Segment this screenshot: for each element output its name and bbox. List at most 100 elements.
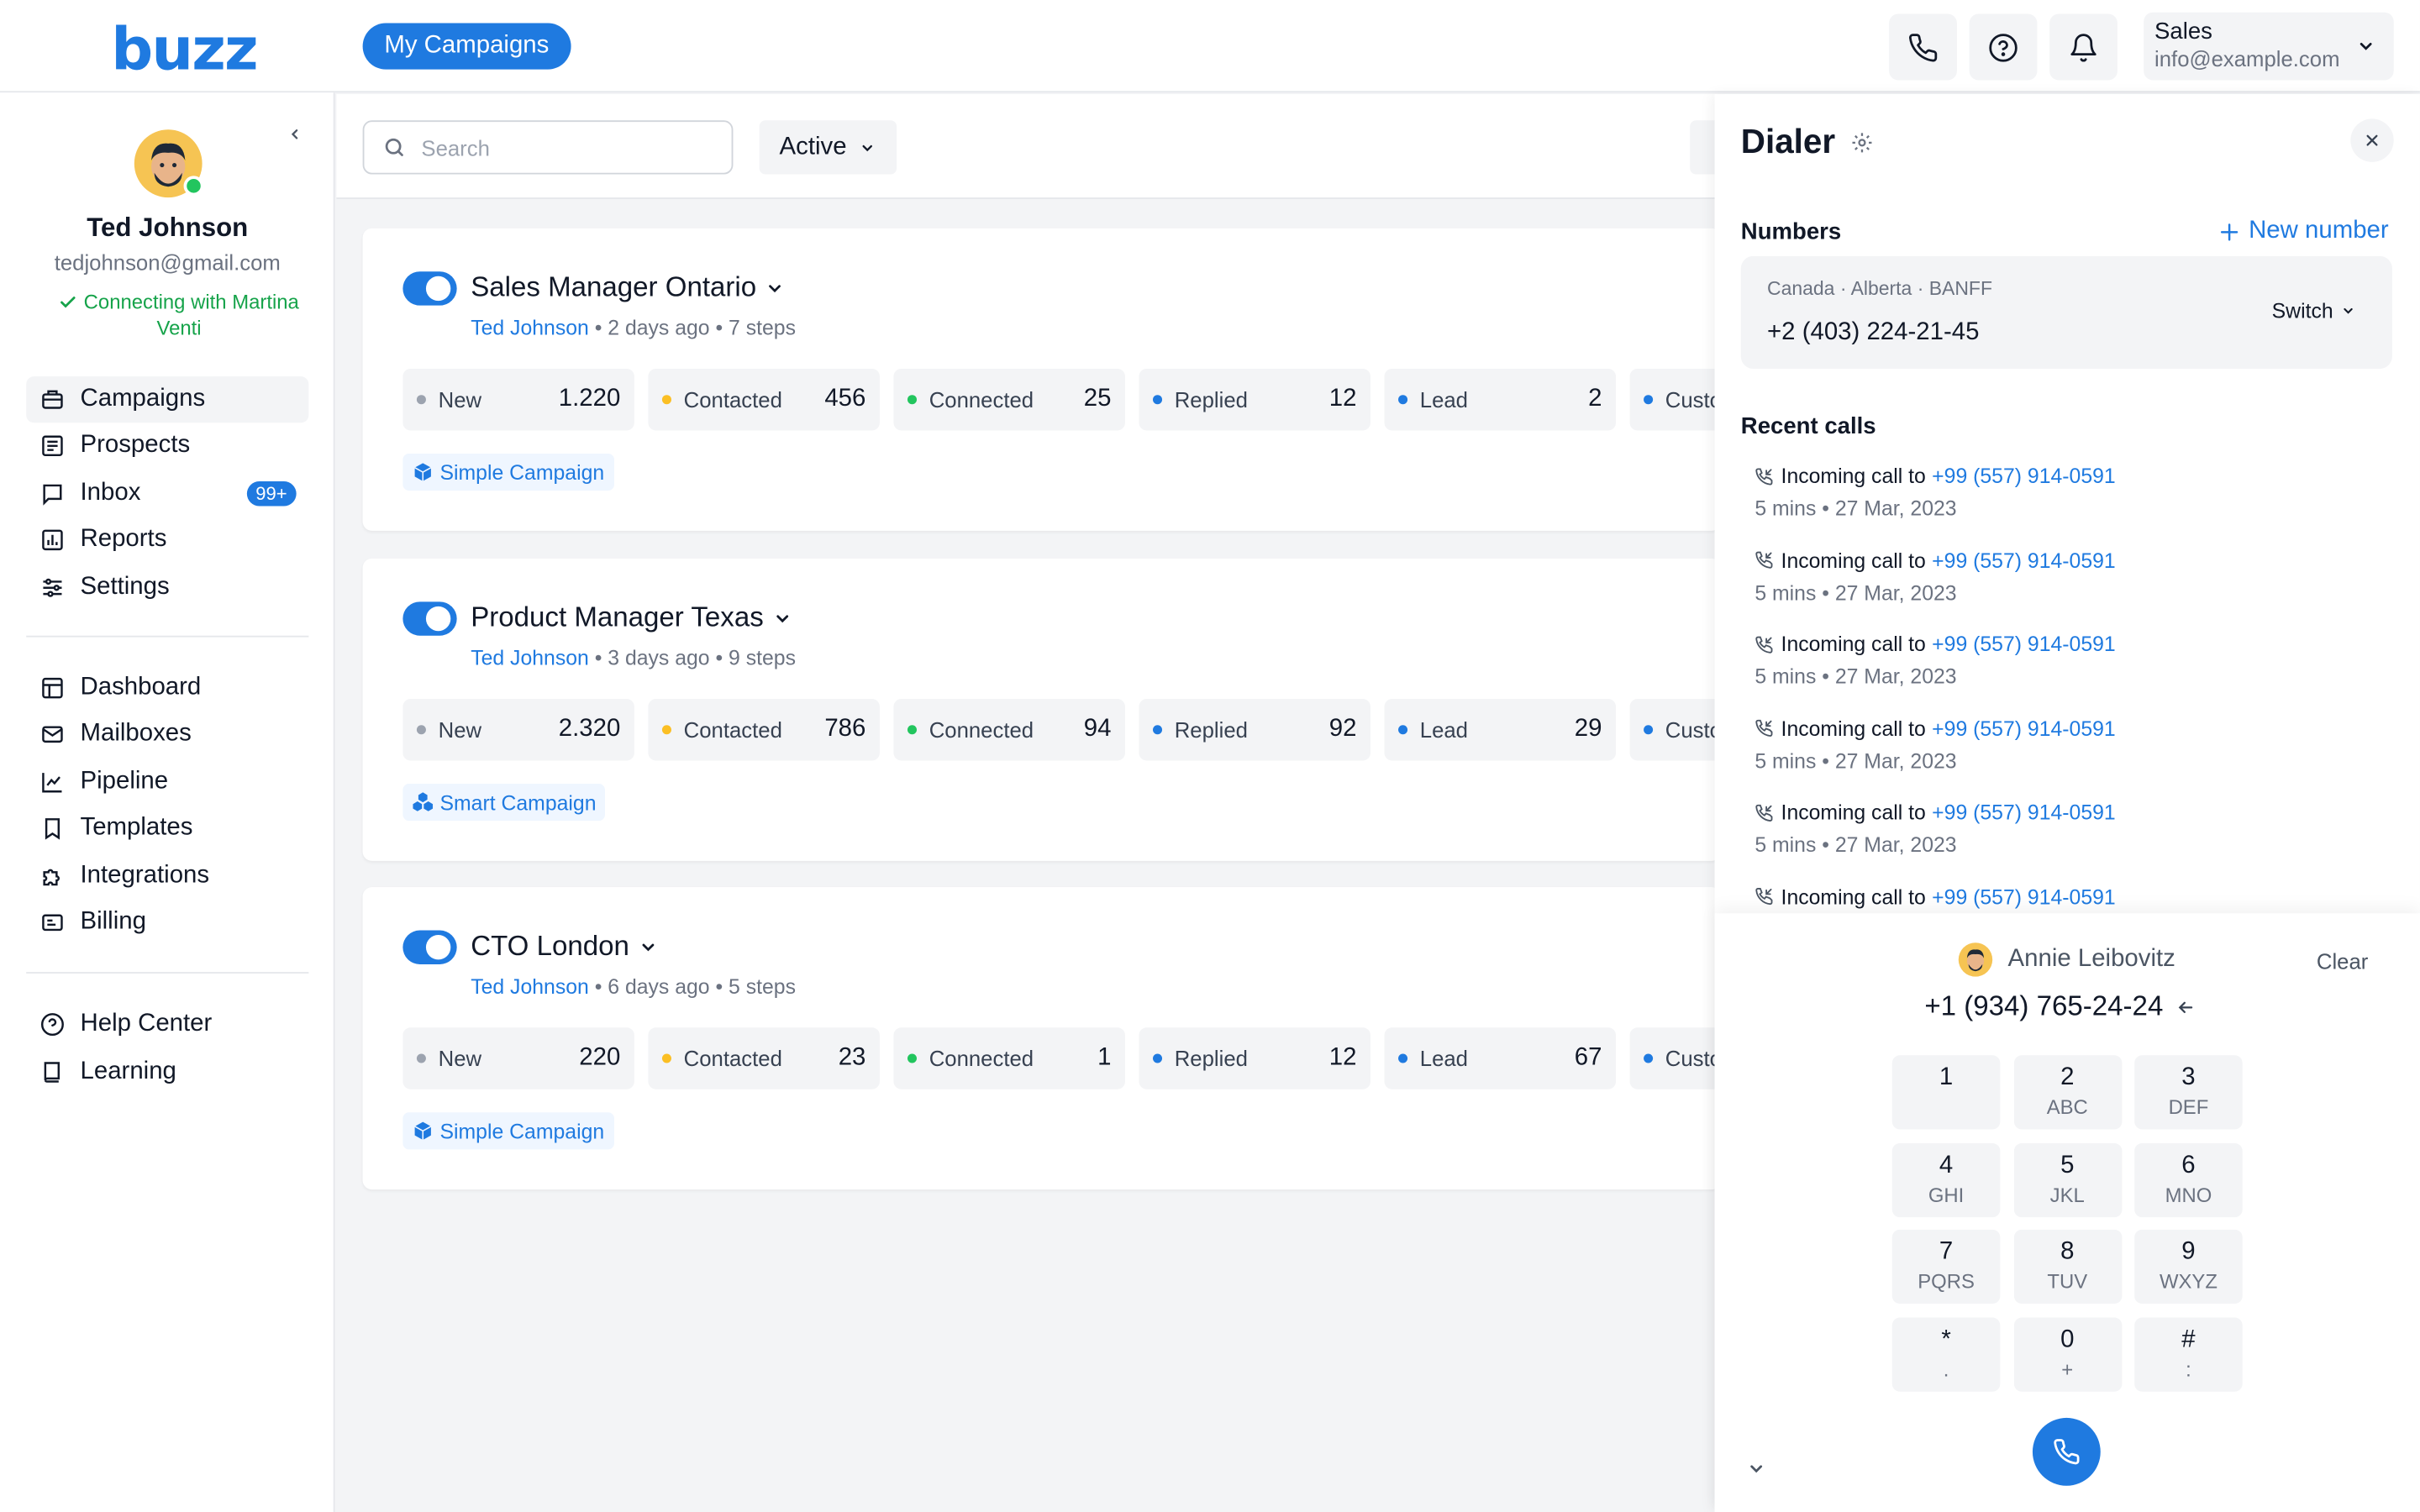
search-input[interactable]: Search <box>362 120 734 175</box>
collapse-sidebar-icon[interactable] <box>287 127 302 142</box>
key-letters: GHI <box>1928 1182 1965 1206</box>
call-button[interactable] <box>2032 1417 2101 1486</box>
recent-call-phone[interactable]: +99 (557) 914-0591 <box>1932 885 2116 908</box>
stat-chip[interactable]: Contacted 786 <box>648 699 880 761</box>
stat-chip[interactable]: Connected 1 <box>893 1027 1125 1089</box>
sidebar-item-reports[interactable]: Reports <box>26 517 308 563</box>
sidebar-item-prospects[interactable]: Prospects <box>26 423 308 469</box>
keypad-key[interactable]: #: <box>2134 1316 2243 1391</box>
stat-chip[interactable]: New 1.220 <box>402 368 634 431</box>
number-value: +2 (403) 224-21-45 <box>1767 319 1980 346</box>
recent-call-phone[interactable]: +99 (557) 914-0591 <box>1932 465 2116 488</box>
campaign-card: Product Manager Texas Ted Johnson • 3 da… <box>362 558 1862 861</box>
sidebar-item-settings[interactable]: Settings <box>26 564 308 611</box>
recent-call-phone[interactable]: +99 (557) 914-0591 <box>1932 549 2116 572</box>
recent-call-phone[interactable]: +99 (557) 914-0591 <box>1932 633 2116 656</box>
stat-chip[interactable]: Replied 12 <box>1139 1027 1370 1089</box>
keypad-key[interactable]: 9 WXYZ <box>2134 1229 2243 1305</box>
backspace-icon[interactable] <box>2175 997 2194 1016</box>
sidebar-item-integrations[interactable]: Integrations <box>26 853 308 900</box>
keypad-key[interactable]: 7 PQRS <box>1891 1229 2001 1305</box>
sidebar-item-label: Inbox <box>80 480 141 507</box>
stat-chip[interactable]: Connected 94 <box>893 699 1125 761</box>
status-dot <box>907 725 917 735</box>
campaign-owner[interactable]: Ted Johnson <box>471 647 589 670</box>
recent-call-item[interactable]: Incoming call to +99 (557) 914-0591 5 mins… <box>1754 801 2115 856</box>
campaign-title[interactable]: CTO London <box>471 931 657 963</box>
stat-chip[interactable]: Connected 25 <box>893 368 1125 431</box>
stat-chip[interactable]: Replied 92 <box>1139 699 1370 761</box>
sidebar-item-learning[interactable]: Learning <box>26 1049 308 1095</box>
stat-chip[interactable]: Replied 12 <box>1139 368 1370 431</box>
stat-chip[interactable]: Contacted 23 <box>648 1027 880 1089</box>
status-filter-dropdown[interactable]: Active <box>759 120 897 175</box>
keypad-key[interactable]: 5 JKL <box>2012 1142 2122 1217</box>
my-campaigns-button[interactable]: My Campaigns <box>362 23 571 70</box>
sidebar-item-label: Prospects <box>80 432 191 459</box>
help-button[interactable] <box>1969 13 2038 81</box>
logo[interactable]: buzz <box>111 15 258 83</box>
campaign-active-toggle[interactable] <box>402 601 457 636</box>
incoming-call-icon <box>1755 803 1773 822</box>
sidebar-item-templates[interactable]: Templates <box>26 806 308 852</box>
user-status: Connecting with Martina Venti <box>40 288 318 340</box>
keypad-key[interactable]: 4 GHI <box>1891 1142 2001 1217</box>
puzzle-icon <box>43 869 60 886</box>
stat-chip[interactable]: Lead 29 <box>1384 699 1617 761</box>
keypad-key[interactable]: *. <box>1891 1316 2001 1391</box>
recent-call-text: Incoming call to <box>1781 633 1926 656</box>
collapse-dialpad-icon[interactable] <box>1747 1460 1765 1478</box>
stat-chip[interactable]: Lead 2 <box>1384 368 1617 431</box>
key-digit: 4 <box>1939 1152 1954 1179</box>
stat-chip[interactable]: New 220 <box>402 1027 634 1089</box>
mail-icon <box>42 726 63 743</box>
recent-call-phone[interactable]: +99 (557) 914-0591 <box>1932 801 2116 824</box>
stat-chip[interactable]: Contacted 456 <box>648 368 880 431</box>
prospects-icon <box>42 435 63 457</box>
keypad-key[interactable]: 6 MNO <box>2134 1142 2243 1217</box>
billing-icon <box>42 914 63 932</box>
sidebar-item-help-center[interactable]: Help Center <box>26 1001 308 1047</box>
dashboard-icon <box>42 677 63 699</box>
gear-icon[interactable] <box>1850 130 1874 154</box>
campaign-active-toggle[interactable] <box>402 930 457 964</box>
campaign-owner[interactable]: Ted Johnson <box>471 317 589 340</box>
stat-label: Custo <box>1665 717 1722 743</box>
sidebar-item-pipeline[interactable]: Pipeline <box>26 759 308 806</box>
keypad-key[interactable]: 0 + <box>2012 1316 2122 1391</box>
phone-button[interactable] <box>1889 13 1957 81</box>
plus-icon <box>2220 223 2238 240</box>
sidebar-item-inbox[interactable]: Inbox 99+ <box>26 470 308 517</box>
sidebar-item-billing[interactable]: Billing <box>26 900 308 946</box>
sidebar-item-dashboard[interactable]: Dashboard <box>26 665 308 711</box>
recent-call-item[interactable]: Incoming call to +99 (557) 914-0591 5 mins… <box>1754 633 2115 688</box>
campaign-active-toggle[interactable] <box>402 271 457 306</box>
keypad-key[interactable]: 8 TUV <box>2012 1229 2122 1305</box>
campaign-title[interactable]: Product Manager Texas <box>471 601 792 634</box>
stat-chip[interactable]: New 2.320 <box>402 699 634 761</box>
recent-call-item[interactable]: Incoming call to +99 (557) 914-0591 5 mins… <box>1754 465 2115 520</box>
status-dot <box>1644 1053 1654 1063</box>
keypad-key[interactable]: 2 ABC <box>2012 1055 2122 1130</box>
keypad-key[interactable]: 3 DEF <box>2134 1055 2243 1130</box>
stat-value: 220 <box>579 1044 621 1071</box>
recent-call-item[interactable]: Incoming call to +99 (557) 914-0591 5 mins… <box>1754 549 2115 604</box>
recent-call-item[interactable]: Incoming call to +99 (557) 914-0591 5 mins… <box>1754 717 2115 772</box>
recent-call-item[interactable]: Incoming call to +99 (557) 914-0591 <box>1754 885 2116 908</box>
sidebar-item-label: Integrations <box>80 862 210 889</box>
search-icon <box>385 138 403 156</box>
sidebar-item-mailboxes[interactable]: Mailboxes <box>26 711 308 758</box>
close-dialer-button[interactable] <box>2350 118 2394 162</box>
switch-label: Switch <box>2271 299 2333 323</box>
keypad-key[interactable]: 1 <box>1891 1055 2001 1130</box>
campaign-title[interactable]: Sales Manager Ontario <box>471 271 784 304</box>
switch-number-button[interactable]: Switch <box>2272 299 2355 323</box>
campaign-owner[interactable]: Ted Johnson <box>471 975 589 999</box>
stat-chip[interactable]: Lead 67 <box>1384 1027 1617 1089</box>
new-number-button[interactable]: New number <box>2219 218 2389 245</box>
notifications-button[interactable] <box>2049 13 2118 81</box>
sidebar-item-campaigns[interactable]: Campaigns <box>26 376 309 423</box>
clear-button[interactable]: Clear <box>2317 949 2368 974</box>
recent-call-phone[interactable]: +99 (557) 914-0591 <box>1932 717 2116 740</box>
account-switcher[interactable]: Sales info@example.com <box>2144 12 2394 81</box>
